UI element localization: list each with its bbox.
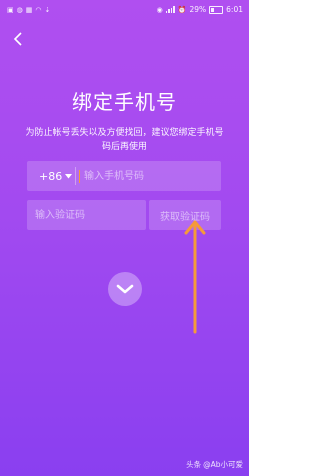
verification-code-input[interactable] [27,200,146,230]
caret-down-icon [65,173,73,178]
back-button[interactable] [11,32,25,46]
watermark: 头条 @Ab小可爱 [186,459,243,470]
country-code-label: +86 [39,169,63,183]
eye-icon: ◉ [156,5,163,14]
chevron-left-icon [13,32,22,46]
alarm-icon: ⏰ [177,5,187,14]
annotation-arrow [184,220,206,334]
phone-number-field: +86 [27,161,221,191]
gallery-icon: ▦ [25,6,33,14]
check-icon [116,284,134,294]
status-right-icons: ◉ ⏰ 29% 6:01 [157,5,243,14]
instruction-text: 为防止帐号丢失以及方便找回，建议您绑定手机号码后再使用 [25,128,224,152]
signal-icon [165,6,175,13]
battery-icon [209,5,224,14]
get-code-button[interactable]: 获取验证码 [149,200,221,230]
watermark-handle: @Ab小可爱 [203,460,243,469]
status-left-icons: ▣ ◍ ▦ ◠ ⇣ [7,6,50,14]
status-bar: ▣ ◍ ▦ ◠ ⇣ ◉ ⏰ 29% 6:01 [0,0,249,20]
phone-number-input[interactable] [80,161,221,191]
wifi-icon: ◠ [35,6,42,14]
field-divider [75,167,76,185]
wechat-icon: ◍ [16,6,23,14]
battery-percent: 29% [189,5,207,14]
country-code-selector[interactable]: +86 [27,170,75,183]
verification-code-field [27,200,146,230]
bind-phone-screen: ▣ ◍ ▦ ◠ ⇣ ◉ ⏰ 29% 6:01 绑定手机号 为防止帐号丢失以及方便… [0,0,249,476]
download-icon: ⇣ [44,6,51,14]
page-title: 绑定手机号 [72,90,177,114]
clock: 6:01 [226,5,243,14]
submit-button[interactable] [108,272,142,306]
watermark-label: 头条 [186,460,202,469]
sim-icon: ▣ [7,6,14,14]
